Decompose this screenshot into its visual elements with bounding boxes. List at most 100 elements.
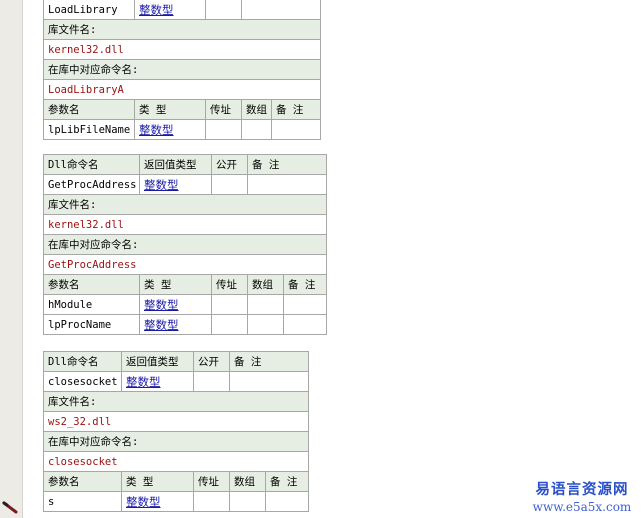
public-header: 公开 xyxy=(193,351,230,372)
param-byref-header: 传址 xyxy=(193,471,230,492)
param-remark-cell[interactable] xyxy=(264,491,310,512)
public-header: 公开 xyxy=(211,154,248,175)
param-remark-header: 备 注 xyxy=(271,99,321,120)
public-cell[interactable] xyxy=(205,0,242,20)
lib-file-value[interactable]: kernel32.dll xyxy=(43,39,321,60)
param-header-row: 参数名 类 型 传址 数组 备 注 xyxy=(43,471,310,492)
table-row: ws2_32.dll xyxy=(42,411,310,432)
param-array-header: 数组 xyxy=(247,274,284,295)
return-type-header: 返回值类型 xyxy=(139,154,212,175)
lib-file-value[interactable]: kernel32.dll xyxy=(42,214,328,235)
return-type-cell[interactable]: 整数型 xyxy=(134,0,206,20)
param-byref-cell[interactable] xyxy=(211,294,248,315)
remark-header: 备 注 xyxy=(246,154,328,175)
param-type-cell[interactable]: 整数型 xyxy=(139,314,212,335)
param-type-cell[interactable]: 整数型 xyxy=(139,294,212,315)
param-remark-header: 备 注 xyxy=(264,471,310,492)
param-remark-header: 备 注 xyxy=(282,274,328,295)
return-type-link[interactable]: 整数型 xyxy=(144,178,179,192)
table-row: kernel32.dll xyxy=(43,39,321,60)
table-row: LoadLibraryA xyxy=(43,79,321,100)
param-remark-cell[interactable] xyxy=(282,314,328,335)
param-array-cell[interactable] xyxy=(229,491,266,512)
param-row: lpProcName 整数型 xyxy=(43,314,328,335)
param-header-row: 参数名 类 型 传址 数组 备 注 xyxy=(43,99,321,120)
param-row: hModule 整数型 xyxy=(43,294,328,315)
param-name[interactable]: hModule xyxy=(43,294,140,315)
lib-command-value[interactable]: closesocket xyxy=(42,451,310,472)
watermark-url: www.e5a5x.com xyxy=(532,500,632,514)
param-name[interactable]: lpLibFileName xyxy=(43,119,135,140)
watermark-title: 易语言资源网 xyxy=(535,481,629,498)
param-name[interactable]: lpProcName xyxy=(43,314,140,335)
lib-command-label: 在库中对应命令名: xyxy=(42,234,328,255)
return-type-cell[interactable]: 整数型 xyxy=(121,371,194,392)
table-row: LoadLibrary 整数型 xyxy=(43,0,321,20)
lib-file-value[interactable]: ws2_32.dll xyxy=(42,411,310,432)
editor-gutter xyxy=(0,0,23,518)
param-type-link[interactable]: 整数型 xyxy=(126,495,161,509)
remark-cell[interactable] xyxy=(246,174,328,195)
header-row: Dll命令名 返回值类型 公开 备 注 xyxy=(43,351,310,372)
param-type-link[interactable]: 整数型 xyxy=(144,318,179,332)
param-array-header: 数组 xyxy=(241,99,272,120)
return-type-header: 返回值类型 xyxy=(121,351,194,372)
site-watermark: 易语言资源网 www.e5a5x.com xyxy=(523,480,641,514)
return-type-cell[interactable]: 整数型 xyxy=(139,174,212,195)
param-type-link[interactable]: 整数型 xyxy=(144,298,179,312)
table-row: 库文件名: xyxy=(43,19,321,40)
dll-command-name[interactable]: LoadLibrary xyxy=(43,0,135,20)
param-type-link[interactable]: 整数型 xyxy=(139,123,174,137)
param-byref-header: 传址 xyxy=(205,99,242,120)
dll-command-table: Dll命令名 返回值类型 公开 备 注 closesocket 整数型 库文件名… xyxy=(42,351,310,512)
return-type-link[interactable]: 整数型 xyxy=(139,3,174,17)
param-remark-cell[interactable] xyxy=(282,294,328,315)
lib-file-label: 库文件名: xyxy=(43,19,321,40)
table-row: 在库中对应命令名: xyxy=(43,59,321,80)
table-row: 在库中对应命令名: xyxy=(42,234,328,255)
lib-command-label: 在库中对应命令名: xyxy=(43,59,321,80)
header-row: Dll命令名 返回值类型 公开 备 注 xyxy=(43,154,328,175)
param-name[interactable]: s xyxy=(43,491,122,512)
dll-command-table: LoadLibrary 整数型 库文件名: kernel32.dll 在库中对应… xyxy=(43,0,321,140)
param-type-cell[interactable]: 整数型 xyxy=(134,119,206,140)
table-row: 库文件名: xyxy=(42,194,328,215)
dll-command-block-closesocket: Dll命令名 返回值类型 公开 备 注 closesocket 整数型 库文件名… xyxy=(42,351,310,512)
lib-command-value[interactable]: GetProcAddress xyxy=(42,254,328,275)
pen-icon[interactable] xyxy=(2,500,20,514)
dll-command-name[interactable]: closesocket xyxy=(43,371,122,392)
public-cell[interactable] xyxy=(193,371,230,392)
param-array-cell[interactable] xyxy=(247,294,284,315)
table-row: 在库中对应命令名: xyxy=(42,431,310,452)
param-name-header: 参数名 xyxy=(43,274,140,295)
param-type-cell[interactable]: 整数型 xyxy=(121,491,194,512)
param-type-header: 类 型 xyxy=(134,99,206,120)
lib-command-label: 在库中对应命令名: xyxy=(42,431,310,452)
remark-cell[interactable] xyxy=(228,371,310,392)
param-array-cell[interactable] xyxy=(247,314,284,335)
param-byref-cell[interactable] xyxy=(205,119,242,140)
dll-command-name[interactable]: GetProcAddress xyxy=(43,174,140,195)
param-remark-cell[interactable] xyxy=(271,119,321,140)
lib-file-label: 库文件名: xyxy=(42,194,328,215)
dll-command-block-loadlibrary: LoadLibrary 整数型 库文件名: kernel32.dll 在库中对应… xyxy=(43,0,321,140)
param-row: s 整数型 xyxy=(43,491,310,512)
table-row: GetProcAddress xyxy=(42,254,328,275)
return-type-link[interactable]: 整数型 xyxy=(126,375,161,389)
param-byref-cell[interactable] xyxy=(211,314,248,335)
dll-command-table: Dll命令名 返回值类型 公开 备 注 GetProcAddress 整数型 库… xyxy=(42,154,328,335)
dll-command-name-header: Dll命令名 xyxy=(43,154,140,175)
public-cell[interactable] xyxy=(211,174,248,195)
remark-header: 备 注 xyxy=(228,351,310,372)
param-byref-header: 传址 xyxy=(211,274,248,295)
param-array-cell[interactable] xyxy=(241,119,272,140)
table-row: closesocket 整数型 xyxy=(43,371,310,392)
dll-command-block-getprocaddress: Dll命令名 返回值类型 公开 备 注 GetProcAddress 整数型 库… xyxy=(42,154,328,335)
lib-command-value[interactable]: LoadLibraryA xyxy=(43,79,321,100)
param-name-header: 参数名 xyxy=(43,99,135,120)
table-row: GetProcAddress 整数型 xyxy=(43,174,328,195)
dll-command-name-header: Dll命令名 xyxy=(43,351,122,372)
param-array-header: 数组 xyxy=(229,471,266,492)
remark-cell[interactable] xyxy=(241,0,321,20)
param-byref-cell[interactable] xyxy=(193,491,230,512)
